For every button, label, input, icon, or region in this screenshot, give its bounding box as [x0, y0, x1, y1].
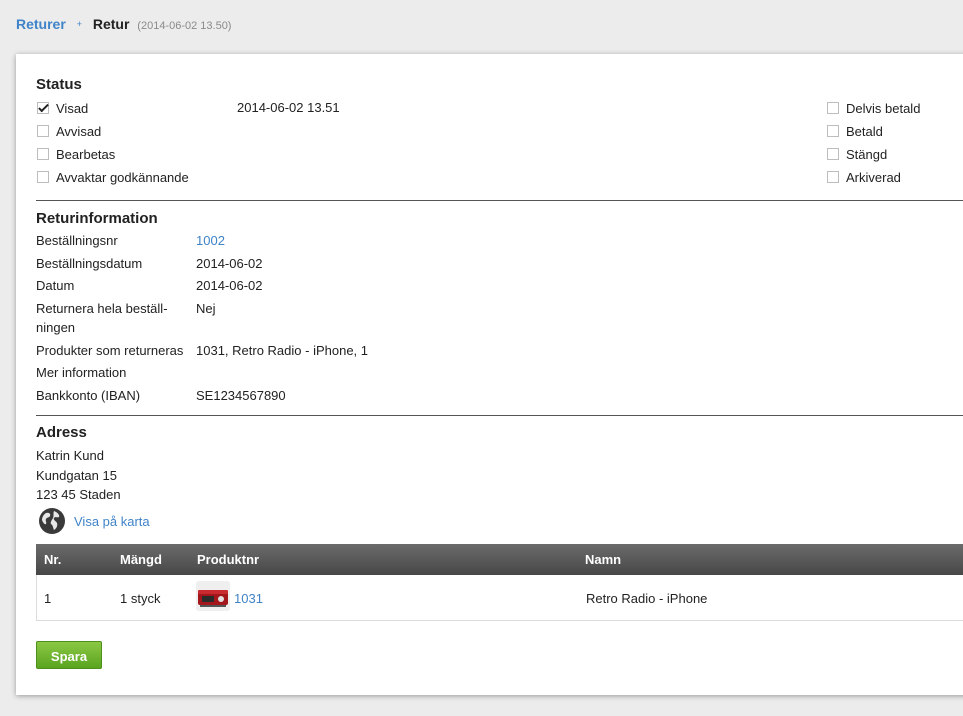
- status-arkiverad-checkbox[interactable]: [827, 171, 839, 183]
- more-info-label: Mer information: [36, 365, 127, 380]
- status-avvisad-label: Avvisad: [56, 123, 102, 139]
- status-bearbetas-checkbox[interactable]: [37, 148, 49, 160]
- status-visad-label: Visad: [56, 100, 89, 116]
- save-button[interactable]: Spara: [36, 641, 102, 669]
- product-thumbnail: [196, 581, 230, 611]
- divider: [36, 200, 963, 201]
- table-header: Nr. Mängd Produktnr Namn: [36, 544, 963, 575]
- status-arkiverad-label: Arkiverad: [846, 169, 901, 185]
- address-line-city: 123 45 Staden: [36, 487, 121, 502]
- breadcrumb-returer-link[interactable]: Returer: [16, 16, 66, 32]
- order-date-label: Beställningsdatum: [36, 256, 143, 271]
- status-betald-checkbox[interactable]: [827, 125, 839, 137]
- address-heading: Adress: [36, 424, 87, 441]
- status-bearbetas[interactable]: Bearbetas: [37, 145, 115, 163]
- status-visad-checkbox[interactable]: [37, 102, 49, 114]
- return-info-heading: Returinformation: [36, 210, 158, 227]
- status-betald-label: Betald: [846, 123, 883, 139]
- return-whole-order-label: Returnera hela beställ­ningen: [36, 301, 168, 335]
- return-detail-panel: Status Visad Avvisad Bearbetas Avvaktar …: [16, 54, 963, 695]
- date-label: Datum: [36, 278, 75, 293]
- address-line-name: Katrin Kund: [36, 448, 104, 463]
- returned-products-value: 1031, Retro Radio - iPhone, 1: [196, 343, 368, 358]
- column-header-product-no[interactable]: Produktnr: [197, 552, 259, 567]
- show-on-map-link[interactable]: Visa på karta: [74, 514, 150, 529]
- status-betald[interactable]: Betald: [827, 122, 883, 140]
- status-avvisad[interactable]: Avvisad: [37, 122, 101, 140]
- status-delvis-betald-label: Delvis betald: [846, 100, 921, 116]
- status-visad[interactable]: Visad: [37, 99, 88, 117]
- row-nr: 1: [44, 591, 52, 606]
- status-stangd-label: Stängd: [846, 146, 888, 162]
- status-bearbetas-label: Bearbetas: [56, 146, 116, 162]
- address-line-street: Kundgatan 15: [36, 468, 117, 483]
- column-header-quantity[interactable]: Mängd: [120, 552, 162, 567]
- order-number-link[interactable]: 1002: [196, 231, 225, 250]
- breadcrumb-separator-icon: +: [76, 19, 82, 29]
- page-timestamp: (2014-06-02 13.50): [137, 20, 232, 32]
- bank-account-value: SE1234567890: [196, 388, 286, 403]
- product-number-link[interactable]: 1031: [234, 591, 263, 606]
- table-row: 1 1 styck 1031 Retro Radio - iPhone: [36, 575, 963, 620]
- order-number-label: Beställningsnr: [36, 233, 118, 248]
- status-avvisad-checkbox[interactable]: [37, 125, 49, 137]
- divider: [36, 415, 963, 416]
- status-delvis-betald-checkbox[interactable]: [827, 102, 839, 114]
- status-heading: Status: [36, 76, 82, 93]
- breadcrumb: Returer + Retur (2014-06-02 13.50): [16, 16, 231, 32]
- bank-account-label: Bankkonto (IBAN): [36, 388, 141, 403]
- globe-icon[interactable]: [38, 507, 66, 535]
- status-stangd-checkbox[interactable]: [827, 148, 839, 160]
- row-product-name: Retro Radio - iPhone: [586, 591, 708, 606]
- status-avvaktar-label: Avvaktar godkännande: [56, 169, 189, 185]
- status-avvaktar-checkbox[interactable]: [37, 171, 49, 183]
- page-title: Retur: [92, 16, 130, 32]
- date-value: 2014-06-02: [196, 278, 263, 293]
- return-whole-order-value: Nej: [196, 301, 216, 316]
- column-header-nr[interactable]: Nr.: [44, 552, 61, 567]
- status-avvaktar[interactable]: Avvaktar godkännande: [37, 168, 189, 186]
- order-date-value: 2014-06-02: [196, 256, 263, 271]
- column-header-name[interactable]: Namn: [585, 552, 621, 567]
- status-date: 2014-06-02 13.51: [237, 100, 340, 115]
- status-arkiverad[interactable]: Arkiverad: [827, 168, 901, 186]
- products-table: Nr. Mängd Produktnr Namn 1 1 styck 1031 …: [36, 544, 963, 621]
- status-delvis-betald[interactable]: Delvis betald: [827, 99, 920, 117]
- returned-products-label: Produkter som returneras: [36, 343, 184, 358]
- status-stangd[interactable]: Stängd: [827, 145, 887, 163]
- row-quantity: 1 styck: [120, 591, 161, 606]
